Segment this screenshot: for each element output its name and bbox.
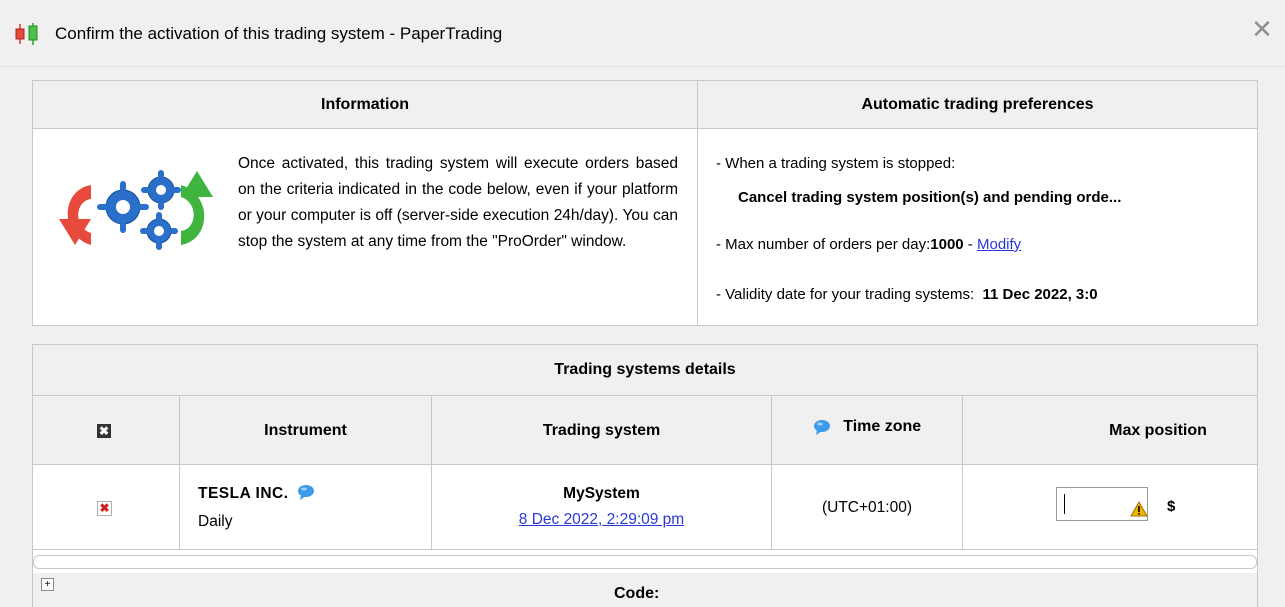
details-header: Trading systems details <box>33 345 1257 396</box>
max-orders-separator: - <box>963 236 977 253</box>
delete-row-icon[interactable]: ✖ <box>97 501 112 516</box>
details-panel: Trading systems details ✖ Instrument Tra… <box>32 344 1258 607</box>
time-zone-header: Time zone <box>843 418 922 435</box>
system-name: MySystem <box>563 485 640 502</box>
max-position-header: Max position <box>1109 422 1207 439</box>
table-row: ✖ TESLA INC. Daily MySystem 8 Dec 2022, … <box>33 465 1257 550</box>
instrument-column-header: Instrument <box>180 396 432 464</box>
speech-bubble-icon[interactable] <box>813 419 831 435</box>
validity-value: 11 Dec 2022, 3:0 <box>982 286 1098 303</box>
instrument-header: Instrument <box>264 422 347 439</box>
stopped-value: Cancel trading system position(s) and pe… <box>738 189 1122 206</box>
close-button[interactable]: ✕ <box>1247 14 1277 44</box>
window-title: Confirm the activation of this trading s… <box>55 24 503 43</box>
code-section: + Code: <box>33 573 1257 607</box>
horizontal-scrollbar[interactable] <box>33 555 1257 569</box>
information-section: Information Once activated, this trading… <box>33 81 698 325</box>
instrument-period: Daily <box>198 513 233 530</box>
modify-link[interactable]: Modify <box>977 236 1021 253</box>
information-text: Once activated, this trading system will… <box>238 155 678 250</box>
validity-line: - Validity date for your trading systems… <box>716 286 1098 303</box>
time-zone-header-wrap: Time zone <box>772 418 962 436</box>
preferences-section: Automatic trading preferences - When a t… <box>698 81 1257 325</box>
expand-icon[interactable]: + <box>41 578 54 591</box>
validity-label: - Validity date for your trading systems… <box>716 286 983 303</box>
code-label: Code: <box>614 585 660 602</box>
stopped-label: - When a trading system is stopped: <box>716 155 956 172</box>
title-bar: Confirm the activation of this trading s… <box>0 0 1285 67</box>
trading-system-column-header: Trading system <box>432 396 772 464</box>
delete-column-header: ✖ <box>33 396 180 464</box>
gears-arrows-icon <box>59 170 213 250</box>
max-position-column-header: Max position <box>963 396 1257 464</box>
time-zone-column-header: Time zone <box>772 396 963 464</box>
instrument-name: TESLA INC. <box>198 485 289 502</box>
candlestick-icon <box>15 23 38 45</box>
currency-label: $ <box>1167 498 1176 515</box>
information-header: Information <box>33 81 697 129</box>
instrument-name-wrap: TESLA INC. <box>198 484 315 503</box>
delete-all-icon[interactable]: ✖ <box>97 424 111 438</box>
time-zone-value: (UTC+01:00) <box>821 499 913 516</box>
table-header-row: ✖ Instrument Trading system Time zone Ma… <box>33 396 1257 465</box>
warning-icon <box>1130 501 1148 517</box>
max-orders-value: 1000 <box>930 236 964 253</box>
max-orders-line: - Max number of orders per day:1000 - Mo… <box>716 236 1021 253</box>
speech-bubble-icon[interactable] <box>297 484 315 500</box>
information-panel: Information Once activated, this trading… <box>32 80 1258 326</box>
text-caret <box>1064 494 1065 514</box>
preferences-header: Automatic trading preferences <box>698 81 1257 129</box>
system-date-link[interactable]: 8 Dec 2022, 2:29:09 pm <box>519 511 684 528</box>
max-orders-label: - Max number of orders per day: <box>716 236 931 253</box>
trading-system-header: Trading system <box>542 422 661 439</box>
